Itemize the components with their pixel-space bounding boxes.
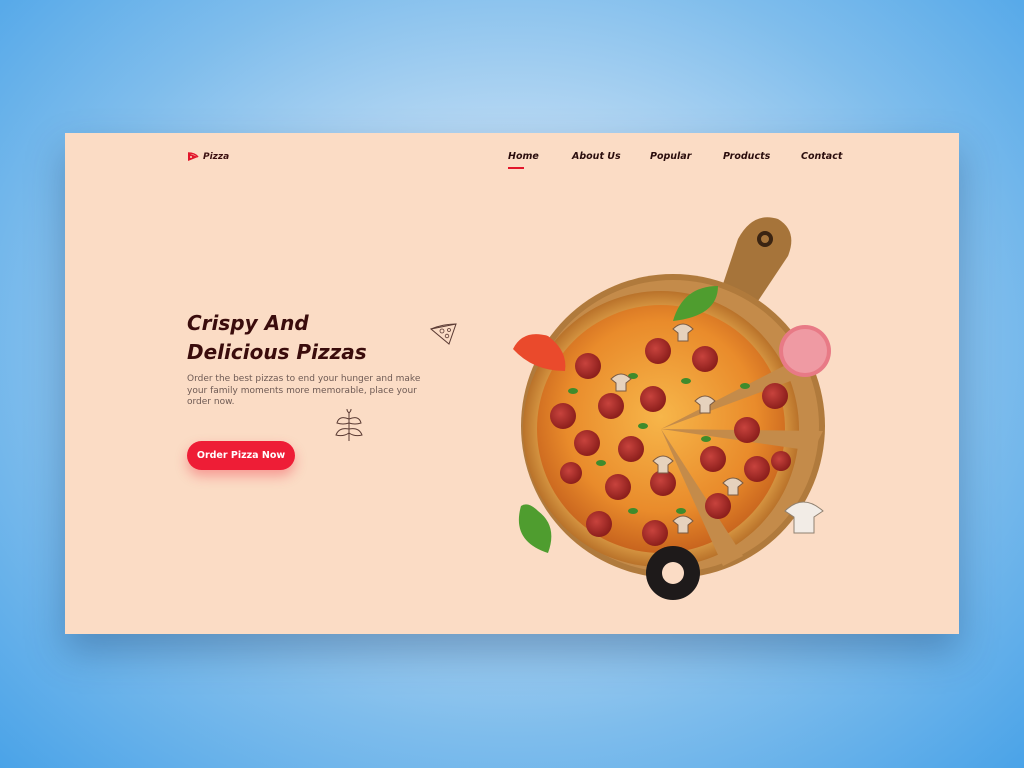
- brand-logo[interactable]: Pizza: [187, 151, 229, 163]
- active-nav-indicator: [508, 167, 524, 169]
- hero-title: Crispy And Delicious Pizzas: [187, 309, 447, 367]
- leaf-doodle-icon: [335, 409, 363, 441]
- nav-item-contact[interactable]: Contact: [801, 151, 842, 162]
- nav-label-popular: Popular: [650, 151, 692, 162]
- nav-label-home: Home: [508, 151, 539, 162]
- nav-label-about-us: About Us: [572, 151, 621, 162]
- pizza-board-illustration: [513, 217, 831, 600]
- pizza-slice-doodle-icon: [429, 323, 457, 345]
- nav-item-popular[interactable]: Popular: [650, 151, 691, 162]
- brand-name: Pizza: [203, 152, 230, 162]
- nav-item-products[interactable]: Products: [723, 151, 770, 162]
- landing-page-card: Pizza Home About Us Popular Products Con…: [65, 133, 959, 634]
- hero-description: Order the best pizzas to end your hunger…: [187, 374, 421, 407]
- hero-title-line-1: Crispy And: [187, 311, 309, 335]
- nav-item-home[interactable]: Home: [508, 151, 539, 169]
- hero-title-line-2: Delicious Pizzas: [187, 340, 367, 364]
- order-pizza-button[interactable]: Order Pizza Now: [187, 441, 295, 470]
- nav-item-about-us[interactable]: About Us: [572, 151, 621, 162]
- nav-label-contact: Contact: [801, 151, 843, 162]
- nav-label-products: Products: [723, 151, 771, 162]
- pizza-logo-icon: [187, 152, 199, 161]
